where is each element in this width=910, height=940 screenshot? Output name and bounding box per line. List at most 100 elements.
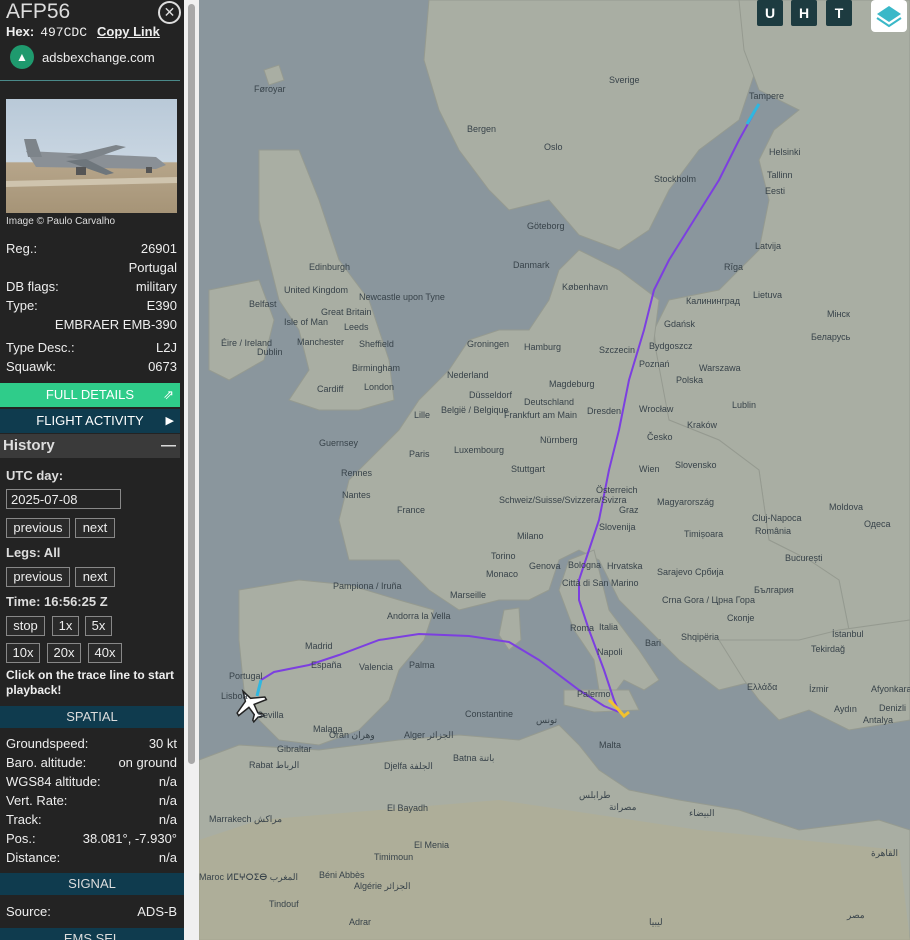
map-label-misrata: مصراتة — [609, 802, 637, 813]
speed-20x-button[interactable]: 20x — [47, 643, 81, 663]
map-label-beni-abbes: Béni Abbès — [319, 870, 365, 880]
speed-1x-button[interactable]: 1x — [52, 616, 79, 636]
close-icon[interactable]: ✕ — [158, 1, 181, 24]
previous-day-button[interactable]: previous — [6, 518, 70, 538]
map-label-osterreich: Österreich — [596, 485, 638, 495]
map-label-slovensko: Slovensko — [675, 460, 717, 470]
map-label-cesko: Česko — [647, 432, 673, 442]
map-label-dublin: Dublin — [257, 347, 283, 357]
map-label-deutschland: Deutschland — [524, 397, 574, 407]
dbflags-label: DB flags: — [6, 279, 59, 294]
map-label-stockholm: Stockholm — [654, 174, 696, 184]
map-label-tampere: Tampere — [749, 91, 784, 101]
map-label-marrakech: Marrakech مراكش — [209, 814, 282, 825]
next-day-button[interactable]: next — [75, 518, 115, 538]
map-label-minsk: Мінск — [827, 309, 850, 319]
map-label-constantine: Constantine — [465, 709, 513, 719]
map-label-leeds: Leeds — [344, 322, 369, 332]
adsbexchange-link[interactable]: ▲ adsbexchange.com — [10, 45, 155, 69]
typedesc-value: L2J — [156, 340, 177, 355]
map-label-great-britain: Great Britain — [321, 307, 372, 317]
minus-icon[interactable]: — — [161, 434, 176, 458]
speed-10x-button[interactable]: 10x — [6, 643, 40, 663]
map-button-t[interactable]: T — [826, 0, 852, 26]
map-canvas: Føroyar Sverige Bergen Oslo Stockholm Ta… — [199, 0, 910, 940]
map-label-tripoli: طرابلس — [579, 790, 611, 801]
copy-link-button[interactable]: Copy Link — [97, 24, 160, 39]
track-value: n/a — [158, 812, 177, 827]
map-label-srbija: Србија — [695, 567, 724, 577]
hex-label: Hex: — [6, 24, 35, 39]
aircraft-photo[interactable] — [6, 99, 177, 213]
map-label-polska: Polska — [676, 375, 703, 385]
previous-leg-button[interactable]: previous — [6, 567, 70, 587]
layers-button[interactable] — [871, 0, 907, 32]
type-value: E390 — [146, 298, 177, 313]
time-label: Time: 16:56:25 Z — [6, 594, 108, 609]
photo-credit: Image © Paulo Carvalho — [6, 216, 116, 227]
speed-5x-button[interactable]: 5x — [85, 616, 112, 636]
divider — [0, 80, 180, 81]
map-label-wroclaw: Wrocław — [639, 404, 674, 414]
triangle-right-icon: ▶ — [165, 415, 174, 427]
map-label-misr: مصر — [846, 910, 865, 921]
map-label-danmark: Danmark — [513, 260, 550, 270]
map-label-manchester: Manchester — [297, 337, 344, 347]
date-input[interactable]: 2025-07-08 — [6, 489, 121, 509]
map-label-valencia: Valencia — [359, 662, 393, 672]
sidebar-scrollbar[interactable] — [184, 0, 199, 940]
map-label-izmir: İzmir — [809, 684, 829, 694]
map-label-antalya: Antalya — [863, 715, 893, 725]
map-label-latvija: Latvija — [755, 241, 781, 251]
map-label-stuttgart: Stuttgart — [511, 464, 546, 474]
map-label-napoli: Napoli — [597, 647, 623, 657]
map-label-skopje: Скопје — [727, 613, 754, 623]
map-label-crna-gora: Crna Gora / Црна Гора — [662, 595, 755, 605]
hex-value: 497CDC — [40, 25, 87, 40]
map-label-djelfa: Djelfa الجلفة — [384, 761, 433, 771]
map-label-slovenija: Slovenija — [599, 522, 636, 532]
stop-button[interactable]: stop — [6, 616, 45, 636]
wgs-label: WGS84 altitude: — [6, 774, 101, 789]
flight-activity-button[interactable]: FLIGHT ACTIVITY ▶ — [0, 409, 180, 433]
spatial-header[interactable]: SPATIAL — [0, 706, 184, 728]
aircraft-info-sidebar: AFP56 ✕ Hex: 497CDC Copy Link ▲ adsbexchan… — [0, 0, 184, 940]
map-label-adrar: Adrar — [349, 917, 371, 927]
map-label-al-qahira: القاهرة — [871, 848, 898, 859]
map-label-frankfurt: Frankfurt am Main — [504, 410, 577, 420]
hex-row: Hex: 497CDC Copy Link — [6, 24, 160, 40]
map-label-tindouf: Tindouf — [269, 899, 299, 909]
map-label-bayda: البيضاء — [689, 808, 714, 818]
map-label-shqiperia: Shqipëria — [681, 632, 719, 642]
external-link-icon: ⇗ — [163, 387, 174, 402]
map-label-dresden: Dresden — [587, 406, 621, 416]
source-value: ADS-B — [137, 904, 177, 919]
layers-icon — [876, 6, 902, 28]
map-label-lisboa: Lisboa — [221, 691, 248, 701]
map-button-h[interactable]: H — [791, 0, 817, 26]
scrollbar-thumb[interactable] — [188, 4, 195, 764]
map-label-istanbul: İstanbul — [832, 629, 864, 639]
map-label-portugal: Portugal — [229, 671, 263, 681]
map-label-nurnberg: Nürnberg — [540, 435, 578, 445]
map-label-tallinn: Tallinn — [767, 170, 793, 180]
map-label-oran: Oran وهران — [329, 730, 375, 741]
map-view[interactable]: Føroyar Sverige Bergen Oslo Stockholm Ta… — [199, 0, 910, 940]
dbflags-value: military — [135, 279, 177, 294]
map-label-france: France — [397, 505, 425, 515]
ems-sel-header[interactable]: EMS SEL — [0, 928, 184, 940]
speed-40x-button[interactable]: 40x — [88, 643, 122, 663]
history-header[interactable]: History — — [0, 434, 180, 458]
full-details-button[interactable]: FULL DETAILS ⇗ — [0, 383, 180, 407]
map-button-u[interactable]: U — [757, 0, 783, 26]
map-label-moldova: Moldova — [829, 502, 863, 512]
map-label-magyarorszag: Magyarország — [657, 497, 714, 507]
next-leg-button[interactable]: next — [75, 567, 115, 587]
reg-label: Reg.: — [6, 241, 38, 256]
groundspeed-label: Groundspeed: — [6, 736, 89, 751]
track-label: Track: — [6, 812, 42, 827]
pos-label: Pos.: — [6, 831, 36, 846]
vrate-label: Vert. Rate: — [6, 793, 68, 808]
signal-header[interactable]: SIGNAL — [0, 873, 184, 895]
map-label-andorra: Andorra la Vella — [387, 611, 451, 621]
